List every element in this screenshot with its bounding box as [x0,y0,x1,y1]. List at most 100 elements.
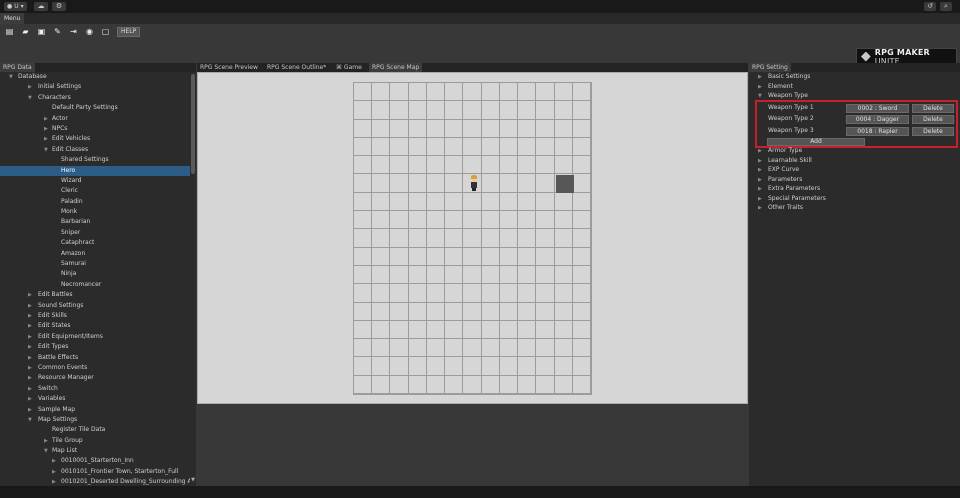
map-tile[interactable] [372,101,391,120]
tree-item[interactable]: ▶ Sample Map [0,405,190,415]
map-tile[interactable] [499,83,519,102]
map-tile[interactable] [554,101,573,120]
scroll-down-icon[interactable]: ▼ [190,477,196,485]
map-tile[interactable] [354,265,373,285]
map-tile[interactable] [572,339,591,358]
map-tile[interactable] [445,211,464,230]
map-tile[interactable] [536,174,555,193]
map-tile[interactable] [572,137,591,157]
map-tile[interactable] [481,192,500,212]
map-tile[interactable] [426,119,446,138]
tree-item[interactable]: ▶ Battle Effects [0,353,190,363]
map-tile[interactable] [499,247,519,266]
map-tile[interactable] [518,247,537,266]
map-tile[interactable] [572,375,591,394]
map-tile[interactable] [518,174,537,193]
map-tile[interactable] [554,229,573,248]
map-tile[interactable] [445,339,464,358]
map-tile[interactable] [372,357,391,376]
tree-item[interactable]: Register Tile Data [0,425,190,435]
tree-item[interactable]: ▼ Database [0,72,190,82]
map-tile[interactable] [408,265,427,285]
tree-item[interactable]: Default Party Settings [0,103,190,113]
map-tile[interactable] [572,119,591,138]
expand-arrow-icon[interactable]: ▶ [28,384,34,394]
map-tile[interactable] [518,83,537,102]
map-tile[interactable] [445,375,464,394]
map-tile[interactable] [408,320,427,340]
map-tile[interactable] [372,192,391,212]
map-tile[interactable] [499,119,519,138]
map-tile[interactable] [499,320,519,340]
tree-item[interactable]: ▶ Switch [0,384,190,394]
map-tile[interactable] [372,174,391,193]
map-tile[interactable] [554,375,573,394]
map-tile[interactable] [408,302,427,321]
map-tile[interactable] [536,247,555,266]
map-tile[interactable] [518,375,537,394]
tree-item[interactable]: Necromancer [0,280,190,290]
map-tile[interactable] [518,320,537,340]
map-tile[interactable] [445,101,464,120]
tree-item[interactable]: ▶ Edit Equipment/Items [0,332,190,342]
map-tile[interactable] [390,137,409,157]
map-tile[interactable] [463,229,482,248]
tree-item[interactable]: ▶ Edit Battles [0,290,190,300]
tree-item[interactable]: ▼ Characters [0,93,190,103]
map-tile[interactable] [518,137,537,157]
help-button[interactable]: HELP [117,27,141,37]
tree-item[interactable]: ▶ Sound Settings [0,301,190,311]
tree-item[interactable]: ▼ Map List [0,446,190,456]
map-tile[interactable] [354,211,373,230]
tree-item[interactable]: Barbarian [0,217,190,227]
tree-item[interactable]: Cleric [0,186,190,196]
map-tile[interactable] [572,357,591,376]
map-tile[interactable] [481,375,500,394]
map-tile[interactable] [372,247,391,266]
tree-item[interactable]: ▶ 0010101_Frontier Town, Starterton_Full [0,467,190,477]
tree-item[interactable]: ▶ 0010001_Starterton_Inn [0,456,190,466]
map-tile[interactable] [463,137,482,157]
play-icon[interactable]: ◉ [84,27,95,37]
tab-rpg-scene-preview[interactable]: RPG Scene Preview [197,63,261,72]
map-tile[interactable] [445,320,464,340]
map-tile[interactable] [572,265,591,285]
map-tile[interactable] [554,119,573,138]
map-tile[interactable] [518,339,537,358]
map-tile[interactable] [499,137,519,157]
map-tile[interactable] [518,302,537,321]
expand-arrow-icon[interactable]: ▶ [28,321,34,331]
map-tile[interactable] [426,339,446,358]
map-tile[interactable] [481,156,500,175]
tree-item[interactable]: Ninja [0,269,190,279]
tree-item[interactable]: ▶ NPCs [0,124,190,134]
tab-rpg-scene-outline[interactable]: RPG Scene Outline* [264,63,329,72]
map-tile[interactable] [554,156,573,175]
tab-rpg-setting[interactable]: RPG Setting [749,63,791,72]
tree-item[interactable]: ▶ Initial Settings [0,82,190,92]
map-tile[interactable] [408,156,427,175]
account-button[interactable]: ● U ▾ [4,2,27,11]
expand-arrow-icon[interactable]: ▶ [28,311,34,321]
tab-rpg-scene-map[interactable]: RPG Scene Map [369,63,423,72]
map-tile[interactable] [354,119,373,138]
add-weapon-type-button[interactable]: Add [767,138,865,146]
map-tile[interactable] [372,83,391,102]
map-tile[interactable] [572,101,591,120]
map-tile[interactable] [536,265,555,285]
map-tile[interactable] [572,284,591,303]
map-tile[interactable] [536,302,555,321]
tree-item[interactable]: ▶ Edit States [0,321,190,331]
map-tile[interactable] [536,211,555,230]
map-tile[interactable] [554,192,573,212]
collapse-arrow-icon[interactable]: ▼ [28,415,34,425]
map-tile[interactable] [426,137,446,157]
map-tile[interactable] [481,302,500,321]
map-tile-dark[interactable] [556,175,574,193]
map-tile[interactable] [499,101,519,120]
map-tile[interactable] [536,137,555,157]
map-tile[interactable] [354,339,373,358]
map-tile[interactable] [536,156,555,175]
tree-item[interactable]: Shared Settings [0,155,190,165]
map-tile[interactable] [554,284,573,303]
